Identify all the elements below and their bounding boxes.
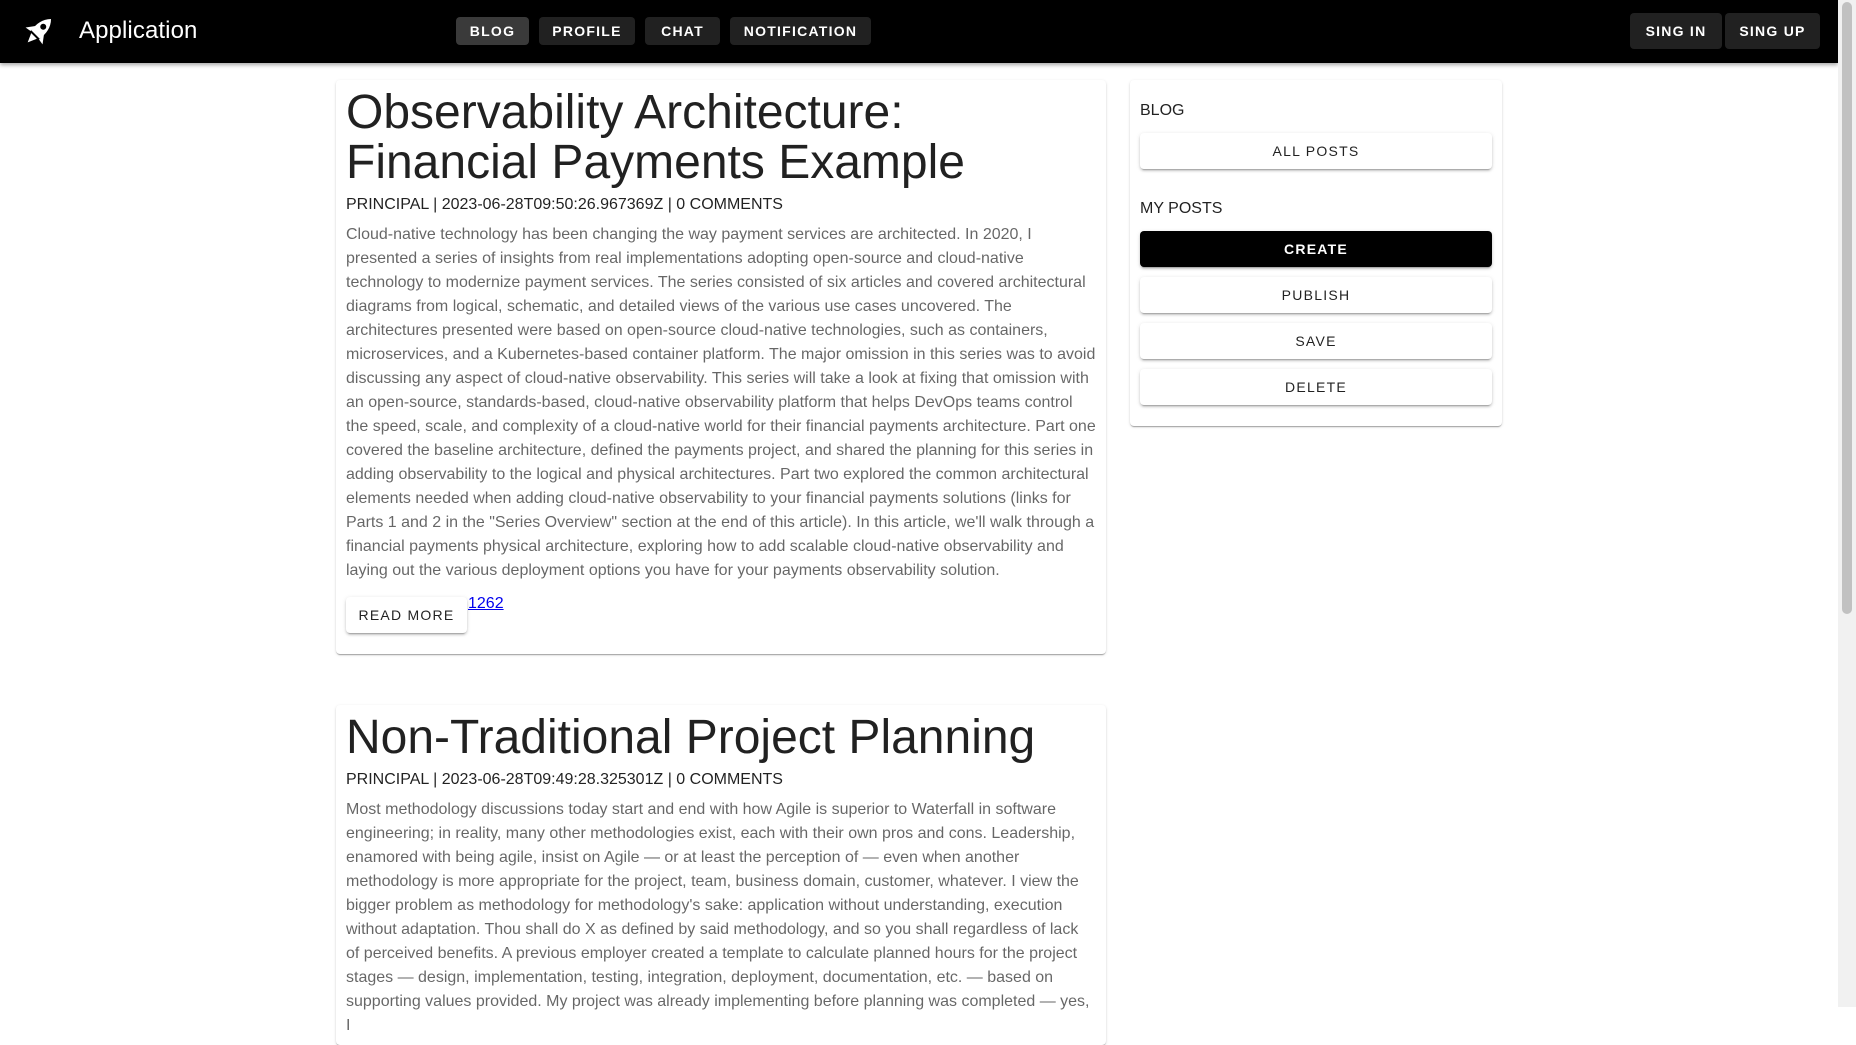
nav-notification-button[interactable]: NOTIFICATION xyxy=(730,17,871,45)
sign-up-button[interactable]: SING UP xyxy=(1725,13,1820,49)
app-title: Application xyxy=(79,17,198,44)
vertical-scrollbar[interactable] xyxy=(1838,0,1856,1007)
blog-sidebar: BLOG ALL POSTS MY POSTS CREATE PUBLISH S… xyxy=(1130,80,1502,426)
post-card: Non-Traditional Project Planning PRINCIP… xyxy=(336,705,1106,1045)
post-title: Observability Architecture: Financial Pa… xyxy=(346,86,965,189)
sign-in-button[interactable]: SING IN xyxy=(1630,13,1722,49)
nav-profile-button[interactable]: PROFILE xyxy=(539,17,635,45)
scrollbar-thumb[interactable] xyxy=(1842,2,1852,614)
create-button[interactable]: CREATE xyxy=(1140,231,1492,267)
nav-chat-button[interactable]: CHAT xyxy=(645,17,720,45)
post-meta: PRINCIPAL | 2023-06-28T09:50:26.967369Z … xyxy=(346,196,783,213)
post-body: Most methodology discussions today start… xyxy=(346,801,1090,1034)
rocket-icon[interactable] xyxy=(20,12,58,50)
save-button[interactable]: SAVE xyxy=(1140,323,1492,359)
post-meta: PRINCIPAL | 2023-06-28T09:49:28.325301Z … xyxy=(346,771,783,788)
delete-button[interactable]: DELETE xyxy=(1140,369,1492,405)
read-more-button[interactable]: READ MORE xyxy=(346,597,467,633)
sidebar-my-posts-label: MY POSTS xyxy=(1140,200,1223,217)
post-title: Non-Traditional Project Planning xyxy=(346,711,1036,764)
all-posts-button[interactable]: ALL POSTS xyxy=(1140,133,1492,169)
post-id-link[interactable]: 1262 xyxy=(468,595,504,613)
nav-blog-button[interactable]: BLOG xyxy=(456,17,529,45)
sidebar-blog-label: BLOG xyxy=(1140,102,1185,119)
app-bar: Application BLOG PROFILE CHAT NOTIFICATI… xyxy=(0,0,1838,63)
post-card: Observability Architecture: Financial Pa… xyxy=(336,80,1106,654)
post-actions: READ MORE 1262 xyxy=(346,595,1096,637)
publish-button[interactable]: PUBLISH xyxy=(1140,277,1492,313)
post-body: Cloud-native technology has been changin… xyxy=(346,226,1096,579)
